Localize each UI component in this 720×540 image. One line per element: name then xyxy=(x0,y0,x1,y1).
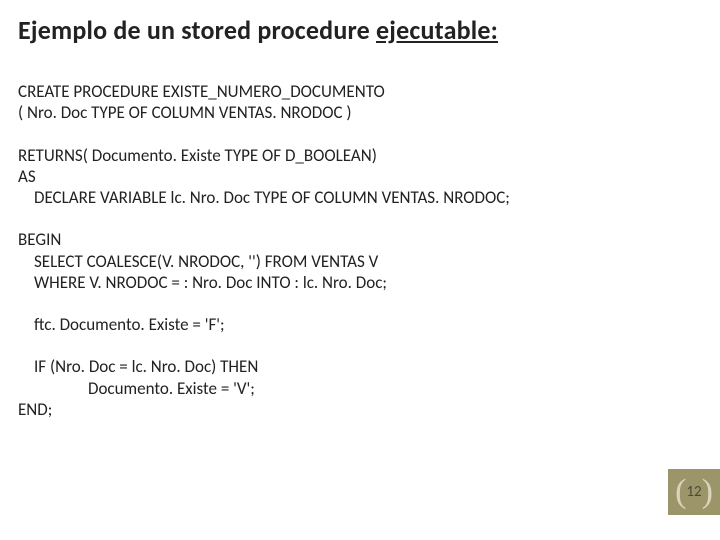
code-line: BEGIN xyxy=(18,229,720,250)
title-underlined: ejecutable: xyxy=(376,14,498,46)
code-indent: ftc. Documento. Existe = 'F'; xyxy=(18,314,225,335)
code-indent: WHERE V. NRODOC = : Nro. Doc INTO : lc. … xyxy=(18,272,387,293)
code-content: CREATE PROCEDURE EXISTE_NUMERO_DOCUMENTO… xyxy=(0,46,720,420)
page-number-badge: ( 12 ) xyxy=(668,469,720,515)
slide-title: Ejemplo de un stored procedure ejecutabl… xyxy=(0,0,720,46)
code-line: CREATE PROCEDURE EXISTE_NUMERO_DOCUMENTO xyxy=(18,81,720,102)
code-line: ( Nro. Doc TYPE OF COLUMN VENTAS. NRODOC… xyxy=(18,102,720,123)
code-block-4: ftc. Documento. Existe = 'F'; xyxy=(18,314,720,335)
bracket-right-icon: ) xyxy=(702,475,713,509)
code-block-3: BEGIN SELECT COALESCE(V. NRODOC, '') FRO… xyxy=(18,229,720,293)
code-line: RETURNS( Documento. Existe TYPE OF D_BOO… xyxy=(18,145,720,166)
code-block-1: CREATE PROCEDURE EXISTE_NUMERO_DOCUMENTO… xyxy=(18,81,720,124)
code-line: ftc. Documento. Existe = 'F'; xyxy=(18,314,720,335)
code-line: Documento. Existe = 'V'; xyxy=(18,378,720,399)
page-badge-inner: ( 12 ) xyxy=(668,469,720,515)
code-line: IF (Nro. Doc = lc. Nro. Doc) THEN xyxy=(18,356,720,377)
code-block-2: RETURNS( Documento. Existe TYPE OF D_BOO… xyxy=(18,145,720,209)
code-indent: DECLARE VARIABLE lc. Nro. Doc TYPE OF CO… xyxy=(18,187,510,208)
code-line: SELECT COALESCE(V. NRODOC, '') FROM VENT… xyxy=(18,251,720,272)
code-indent-deep: Documento. Existe = 'V'; xyxy=(18,378,255,399)
code-line: AS xyxy=(18,166,720,187)
code-line: WHERE V. NRODOC = : Nro. Doc INTO : lc. … xyxy=(18,272,720,293)
code-block-5: IF (Nro. Doc = lc. Nro. Doc) THEN Docume… xyxy=(18,356,720,420)
title-prefix: Ejemplo de un stored procedure xyxy=(18,14,376,46)
code-indent: SELECT COALESCE(V. NRODOC, '') FROM VENT… xyxy=(18,251,378,272)
code-indent: IF (Nro. Doc = lc. Nro. Doc) THEN xyxy=(18,356,258,377)
code-line: END; xyxy=(18,399,720,420)
code-line: DECLARE VARIABLE lc. Nro. Doc TYPE OF CO… xyxy=(18,187,720,208)
